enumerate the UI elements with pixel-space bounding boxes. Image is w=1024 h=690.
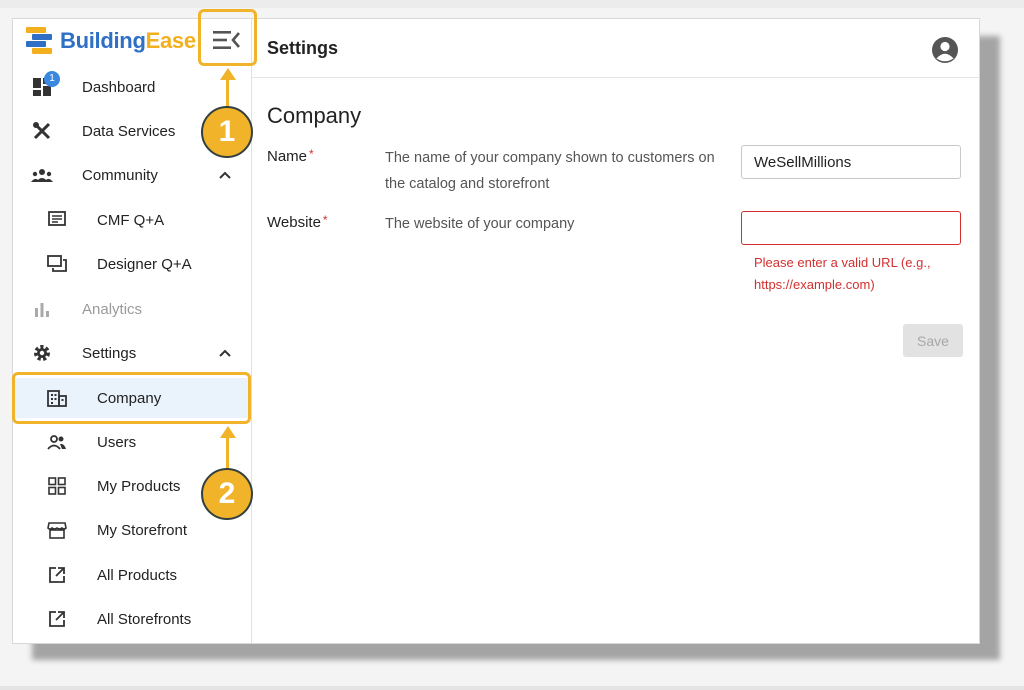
sidebar-item-label: Community — [82, 166, 158, 184]
sidebar-item-community[interactable]: Community — [13, 155, 251, 195]
website-label: Website * — [267, 213, 328, 231]
company-name-input[interactable] — [741, 145, 961, 179]
sidebar-item-dashboard[interactable]: 1 Dashboard — [13, 67, 251, 107]
building-ease-logo-icon — [26, 27, 52, 54]
save-button[interactable]: Save — [903, 324, 963, 357]
sidebar-item-label: My Storefront — [97, 521, 188, 539]
brand-name: BuildingEase — [60, 28, 196, 53]
step-1-marker: 1 — [201, 106, 253, 158]
background-strip-top — [0, 0, 1024, 8]
name-label: Name * — [267, 147, 314, 165]
open-external-icon — [46, 564, 68, 586]
website-input[interactable] — [741, 211, 961, 245]
account-avatar-icon[interactable] — [931, 36, 959, 64]
sidebar-item-designer-qa[interactable]: Designer Q+A — [13, 244, 251, 284]
sidebar-item-cmf-qa[interactable]: CMF Q+A — [13, 200, 251, 240]
chevron-up-icon[interactable] — [217, 167, 233, 183]
page-title: Settings — [267, 38, 339, 58]
sidebar-item-settings[interactable]: Settings — [13, 333, 251, 373]
top-bar: Settings — [252, 19, 979, 78]
sidebar-item-label: Users — [97, 433, 137, 451]
background-strip-bottom — [0, 686, 1024, 690]
highlight-menu-toggle — [198, 9, 257, 66]
app-window: BuildingEase 1 Dashboard Data Services C… — [12, 18, 980, 644]
website-error-message: Please enter a valid URL (e.g., https://… — [754, 255, 931, 292]
gear-icon — [31, 342, 53, 364]
tools-icon — [31, 120, 53, 142]
name-description: The name of your company shown to custom… — [385, 150, 715, 192]
community-icon — [31, 164, 53, 186]
sidebar-item-label: All Products — [97, 566, 178, 584]
notification-badge: 1 — [44, 71, 60, 87]
storefront-icon — [46, 519, 68, 541]
arrow-1-line — [226, 79, 229, 107]
users-icon — [46, 431, 68, 453]
forum-icon — [46, 209, 68, 231]
brand-logo[interactable]: BuildingEase — [26, 23, 196, 59]
highlight-company-item — [12, 372, 251, 424]
open-external-icon — [46, 608, 68, 630]
required-marker: * — [309, 147, 314, 161]
step-2-marker: 2 — [201, 468, 253, 520]
sidebar-item-analytics[interactable]: Analytics — [13, 289, 251, 329]
website-description: The website of your company — [385, 216, 575, 232]
required-marker: * — [322, 213, 328, 227]
sidebar-item-users[interactable]: Users — [13, 422, 251, 462]
sidebar-item-label: Designer Q+A — [97, 255, 192, 273]
sidebar-item-all-products[interactable]: All Products — [13, 555, 251, 595]
sidebar-item-label: Analytics — [82, 300, 143, 318]
sidebar-item-label: My Products — [97, 477, 181, 495]
bar-chart-icon — [31, 298, 53, 320]
chat-icon — [46, 253, 68, 275]
section-title: Company — [267, 103, 362, 128]
chevron-up-icon[interactable] — [217, 345, 233, 361]
sidebar-item-label: All Storefronts — [97, 610, 192, 628]
sidebar-item-label: Settings — [82, 344, 137, 362]
sidebar-item-label: CMF Q+A — [97, 211, 165, 229]
sidebar-item-label: Data Services — [82, 122, 176, 140]
arrow-2-line — [226, 437, 229, 469]
sidebar-item-label: Dashboard — [82, 78, 156, 96]
sidebar-item-all-storefronts[interactable]: All Storefronts — [13, 599, 251, 639]
grid-icon — [46, 475, 68, 497]
main-content: Settings Company Name * The name of your … — [252, 19, 979, 643]
